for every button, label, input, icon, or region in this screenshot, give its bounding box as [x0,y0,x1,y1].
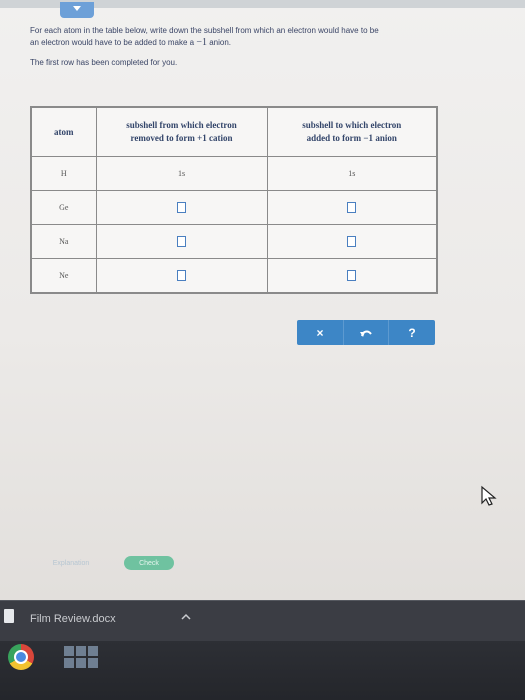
cation-cell [95,258,268,294]
anion-answer-input[interactable] [347,236,357,247]
chevron-up-icon[interactable] [180,611,192,623]
anion-answer-input[interactable] [347,270,357,281]
instruction-line-1: For each atom in the table below, write … [30,26,379,35]
explanation-button[interactable]: Explanation [33,556,109,570]
instruction-line-2: an electron would have to be added to ma… [30,37,232,48]
cation-cell [95,190,268,225]
instructions: For each atom in the table below, write … [30,25,525,69]
taskbar: Film Review.docx [0,600,525,700]
subshell-table: atom subshell from which electron remove… [30,106,438,294]
atom-cell: Ne [30,258,97,294]
anion-cell [266,224,438,259]
table-row: Ne [30,258,438,294]
table-header-row: atom subshell from which electron remove… [30,106,438,157]
header-cation: subshell from which electron removed to … [95,106,268,157]
cation-answer-input[interactable] [177,270,186,281]
mouse-cursor-icon [481,485,497,506]
table-row: Ge [30,190,438,225]
anion-cell [266,190,438,225]
browser-viewport: For each atom in the table below, write … [0,0,525,600]
clear-button[interactable]: × [297,320,343,345]
cation-answer-input[interactable] [177,236,186,247]
undo-button[interactable] [343,320,388,345]
header-atom: atom [30,106,97,157]
chrome-icon[interactable] [8,644,34,670]
anion-answer-input[interactable] [347,202,357,213]
app-grid-icon[interactable] [64,646,98,668]
atom-cell: Na [30,224,97,259]
table-row: Na [30,224,438,259]
help-button[interactable]: ? [388,320,435,345]
anion-cell [266,258,438,294]
undo-icon [360,330,372,337]
anion-answer: 1s [266,156,438,191]
table-row: H 1s 1s [30,156,438,191]
document-icon [4,609,14,623]
answer-toolbar: × ? [297,320,435,345]
cation-cell [95,224,268,259]
atom-cell: H [30,156,97,191]
check-button[interactable]: Check [124,556,174,570]
collapse-icon[interactable] [60,2,94,18]
cation-answer: 1s [95,156,268,191]
download-shelf: Film Review.docx [0,600,525,641]
header-anion: subshell to which electron added to form… [266,106,438,157]
atom-cell: Ge [30,190,97,225]
instruction-line-3: The first row has been completed for you… [30,58,178,67]
download-item[interactable]: Film Review.docx [30,613,116,625]
cation-answer-input[interactable] [177,202,186,213]
